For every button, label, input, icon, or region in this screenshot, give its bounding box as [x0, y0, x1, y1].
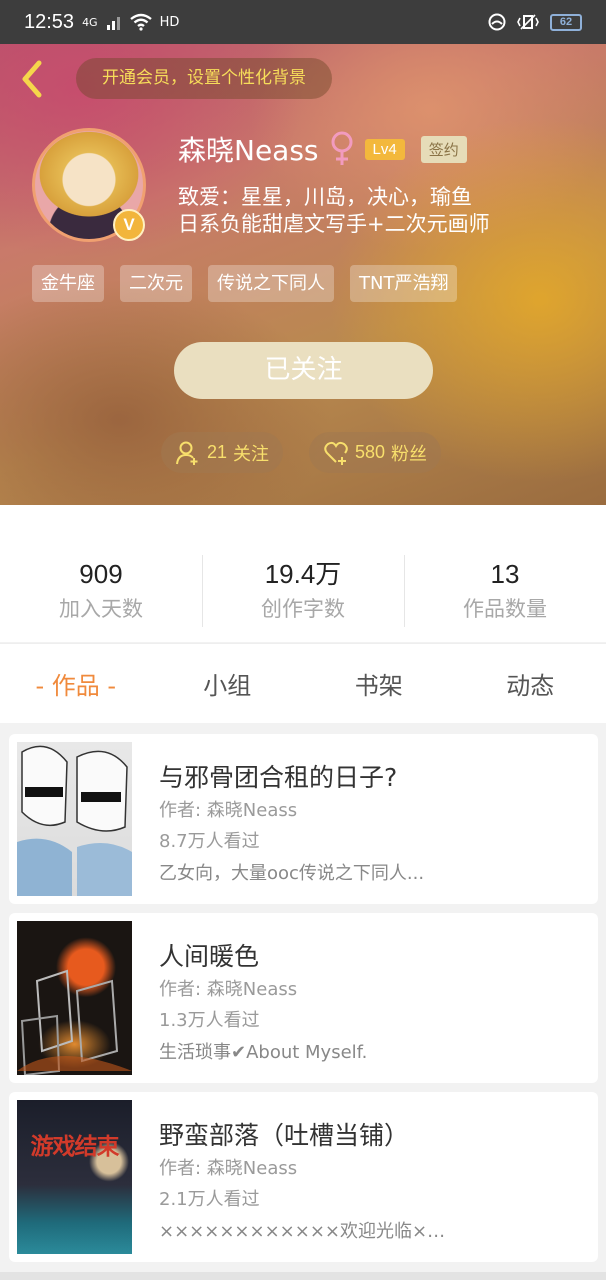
book-title: 与邪骨团合租的日子?: [159, 763, 398, 792]
chevron-left-icon: [22, 60, 42, 98]
book-item[interactable]: 人间暖色 作者: 森晓Neass 1.3万人看过 生活琐事✔About Myse…: [9, 913, 598, 1083]
tab-bookshelf[interactable]: 书架: [303, 666, 455, 701]
cover-text: 游戏结束: [30, 1134, 120, 1160]
book-description: ××××××××××××欢迎光临××××···: [159, 1221, 459, 1242]
book-author: 作者: 森晓Neass: [159, 800, 298, 821]
sync-icon: [488, 13, 506, 31]
battery-icon: 62: [550, 13, 582, 31]
stat-value: 19.4万: [264, 559, 342, 589]
next-item-edge: [0, 1272, 606, 1280]
book-item[interactable]: 游戏结束 野蛮部落（吐槽当铺） 作者: 森晓Neass 2.1万人看过 ××××…: [9, 1092, 598, 1262]
tab-groups[interactable]: 小组: [152, 666, 304, 701]
book-description: 乙女向，大量ooc传说之下同人...: [159, 863, 425, 884]
vibrate-icon: [517, 14, 539, 30]
profile-header: 12:53 4G HD 62 开通会员，设置个性化背景 V 森晓Neass Lv…: [0, 0, 606, 505]
tag[interactable]: 传说之下同人: [208, 265, 334, 302]
book-views: 2.1万人看过: [159, 1189, 260, 1210]
fans-count: 580: [355, 442, 386, 462]
hd-indicator: HD: [159, 14, 180, 30]
book-item[interactable]: 与邪骨团合租的日子? 作者: 森晓Neass 8.7万人看过 乙女向，大量ooc…: [9, 734, 598, 904]
signal-icon: 4G: [82, 17, 98, 28]
stat-label: 加入天数: [59, 597, 143, 621]
tab-works[interactable]: - 作品 -: [0, 666, 152, 701]
book-views: 1.3万人看过: [159, 1010, 260, 1031]
fans-button[interactable]: 580 粉丝: [309, 432, 442, 473]
stat-value: 909: [79, 559, 123, 589]
cover-illustration: [17, 745, 132, 896]
stat-label: 作品数量: [463, 597, 547, 621]
tag[interactable]: TNT严浩翔: [350, 265, 458, 302]
tab-bar: - 作品 - 小组 书架 动态: [0, 643, 606, 723]
signed-badge: 签约: [420, 135, 467, 163]
book-cover: 游戏结束: [17, 1100, 132, 1254]
stat-join-days: 909 加入天数: [0, 555, 202, 642]
heart-add-icon: [324, 441, 348, 465]
user-add-icon: [176, 441, 198, 465]
network-type: 4G: [82, 15, 98, 29]
user-name: 森晓Neass: [178, 134, 319, 167]
signal-bars-icon: [106, 17, 120, 30]
book-author: 作者: 森晓Neass: [159, 1158, 298, 1179]
book-author: 作者: 森晓Neass: [159, 979, 298, 1000]
female-gender-icon: [331, 131, 353, 165]
stat-label: 创作字数: [261, 597, 345, 621]
verified-badge: V: [113, 209, 145, 241]
book-title: 人间暖色: [159, 942, 260, 971]
book-description: 生活琐事✔About Myself.: [159, 1042, 368, 1063]
stat-value: 13: [490, 559, 520, 589]
book-cover: [17, 921, 132, 1075]
tag[interactable]: 二次元: [120, 265, 192, 302]
back-button[interactable]: [14, 58, 50, 100]
tag[interactable]: 金牛座: [32, 265, 104, 302]
wifi-icon: [129, 13, 152, 31]
stat-word-count: 19.4万 创作字数: [202, 555, 404, 642]
follow-button[interactable]: 已关注: [174, 342, 433, 399]
vip-background-button[interactable]: 开通会员，设置个性化背景: [76, 58, 332, 99]
status-time: 12:53: [24, 10, 75, 33]
level-badge: Lv4: [364, 138, 405, 160]
following-label: 关注: [233, 443, 270, 464]
bio: 致爱：星星，川岛，决心，瑜鱼 日系负能甜虐文写手+二次元画师: [178, 184, 490, 238]
stat-works-count: 13 作品数量: [404, 555, 606, 642]
name-row: 森晓Neass Lv4 签约: [178, 128, 467, 170]
book-cover: [17, 742, 132, 896]
following-button[interactable]: 21 关注: [161, 432, 284, 473]
status-bar: 12:53 4G HD 62: [0, 0, 606, 44]
following-count: 21: [207, 442, 228, 462]
book-views: 8.7万人看过: [159, 831, 260, 852]
bio-line: 日系负能甜虐文写手+二次元画师: [178, 212, 490, 236]
stats-panel: 909 加入天数 19.4万 创作字数 13 作品数量: [0, 505, 606, 642]
book-title: 野蛮部落（吐槽当铺）: [159, 1121, 410, 1150]
tab-activity[interactable]: 动态: [455, 666, 606, 701]
tag-list: 金牛座 二次元 传说之下同人 TNT严浩翔: [32, 265, 458, 302]
cover-illustration: [17, 969, 132, 1075]
bio-line: 致爱：星星，川岛，决心，瑜鱼: [178, 185, 472, 209]
fans-label: 粉丝: [391, 443, 428, 464]
